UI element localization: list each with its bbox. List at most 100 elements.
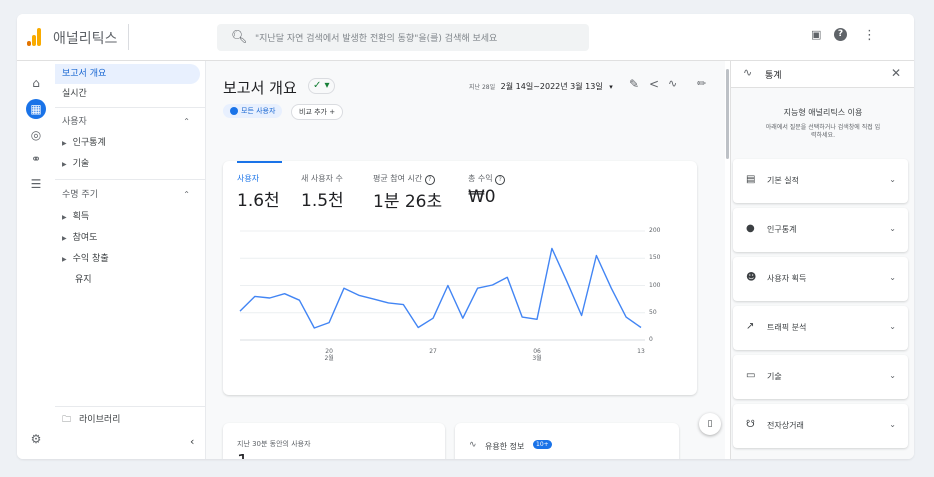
advertising-icon[interactable]: ⚭ bbox=[26, 149, 46, 169]
nav-divider bbox=[55, 107, 205, 108]
scrollbar-thumb[interactable] bbox=[726, 69, 729, 159]
insight-item-demographics[interactable]: ● 인구통계 ⌄ bbox=[733, 208, 908, 252]
collapse-nav-icon[interactable]: ‹ bbox=[190, 435, 194, 448]
nav-item-tech[interactable]: ▶ 기술 bbox=[55, 154, 200, 174]
edit-report-icon[interactable]: ✎ bbox=[629, 77, 639, 91]
share-icon[interactable]: < bbox=[649, 77, 659, 91]
nav-item-acquisition-label: 획득 bbox=[72, 212, 90, 222]
nav-item-demographics[interactable]: ▶ 인구통계 bbox=[55, 133, 200, 153]
home-icon[interactable]: ⌂ bbox=[26, 73, 46, 93]
x-tick-month: 2월 bbox=[324, 355, 334, 362]
help-icon[interactable]: ? bbox=[834, 28, 847, 41]
insights-header: ∿ 통계 ✕ bbox=[731, 61, 914, 88]
dropdown-arrow-icon: ▾ bbox=[609, 83, 613, 91]
insights-title: 통계 bbox=[765, 71, 782, 81]
devices-icon: ▭ bbox=[746, 370, 756, 381]
segment-circle-icon bbox=[230, 107, 238, 115]
chevron-down-icon: ⌄ bbox=[889, 224, 896, 233]
nav-item-demographics-label: 인구통계 bbox=[72, 138, 106, 148]
users-series-line[interactable] bbox=[239, 247, 642, 329]
nav-item-engagement[interactable]: ▶ 참여도 bbox=[55, 228, 200, 248]
insights-sparkle-icon: ∿ bbox=[469, 440, 477, 450]
x-tick-day: 20 bbox=[325, 348, 333, 355]
x-tick-month: 3월 bbox=[532, 355, 542, 362]
nav-section-lifecycle[interactable]: 수명 주기 ⌃ bbox=[55, 185, 200, 205]
expand-arrow-icon: ▶ bbox=[62, 214, 67, 221]
apps-grid-icon[interactable]: ▣ bbox=[811, 28, 821, 41]
nav-item-library[interactable]: 🗀︎ 라이브러리 bbox=[55, 410, 200, 430]
insight-item-basic-performance[interactable]: ▤ 기본 실적 ⌄ bbox=[733, 159, 908, 203]
segment-chip[interactable]: 모든 사용자 bbox=[223, 104, 283, 118]
chevron-down-icon: ⌄ bbox=[889, 322, 896, 331]
insight-item-label: 기본 실적 bbox=[767, 176, 799, 185]
feedback-icon[interactable]: ▯ bbox=[699, 413, 721, 435]
nav-item-monetization[interactable]: ▶ 수익 창출 bbox=[55, 249, 200, 269]
status-check-icon[interactable]: ✓ ▾ bbox=[308, 78, 335, 94]
date-range-selector[interactable]: 지난 28일 2월 14일~2022년 3월 13일 ▾ bbox=[469, 81, 613, 92]
report-chart-icon: ▤ bbox=[746, 174, 756, 185]
insight-item-label: 트래픽 분석 bbox=[767, 323, 807, 332]
reports-icon[interactable]: ▦ bbox=[26, 99, 46, 119]
insight-item-label: 인구통계 bbox=[767, 225, 797, 234]
users-line-chart bbox=[239, 230, 645, 341]
insight-item-ecommerce[interactable]: ☋ 전자상거래 ⌄ bbox=[733, 404, 908, 448]
x-tick-day: 06 bbox=[533, 348, 541, 355]
useful-insights-card[interactable]: ∿ 유용한 정보 10+ bbox=[455, 423, 679, 459]
insights-desc-2: 력하세요. bbox=[811, 132, 835, 139]
more-vert-icon[interactable]: ⋮ bbox=[863, 28, 876, 43]
segment-chip-label: 모든 사용자 bbox=[241, 107, 276, 115]
date-range-value: 2월 14일~2022년 3월 13일 bbox=[500, 82, 603, 91]
insight-item-tech[interactable]: ▭ 기술 ⌄ bbox=[733, 355, 908, 399]
nav-item-retention[interactable]: 유지 bbox=[55, 270, 200, 290]
analytics-logo-icon[interactable] bbox=[27, 28, 41, 46]
nav-divider bbox=[55, 179, 205, 180]
compare-add-button[interactable]: 비교 추가 + bbox=[291, 104, 344, 120]
search-icon: 🔍︎ bbox=[231, 30, 248, 45]
y-tick-label: 200 bbox=[649, 227, 661, 234]
insights-panel: ∿ 통계 ✕ 지능형 애널리틱스 이용 아래에서 질문을 선택하거나 검색창에 … bbox=[730, 61, 914, 459]
x-tick-label: 20 2월 bbox=[319, 348, 339, 362]
search-placeholder: "지난달 자연 검색에서 발생한 전환의 동향"을(를) 검색해 보세요 bbox=[255, 34, 498, 44]
chevron-down-icon: ⌄ bbox=[889, 175, 896, 184]
configure-icon[interactable]: ☰ bbox=[26, 174, 46, 194]
trending-up-icon: ↗ bbox=[746, 321, 755, 332]
metrics-chart-card: 사용자 1.6천 새 사용자 수 1.5천 평균 참여 시간 ? 1분 26초 … bbox=[223, 161, 697, 395]
x-tick-label: 13 bbox=[631, 348, 651, 355]
insight-item-traffic-analysis[interactable]: ↗ 트래픽 분석 ⌄ bbox=[733, 306, 908, 350]
app-title: 애널리틱스 bbox=[53, 31, 118, 47]
nav-section-lifecycle-label: 수명 주기 bbox=[62, 190, 98, 200]
x-tick-label: 06 3월 bbox=[527, 348, 547, 362]
insight-item-label: 기술 bbox=[767, 372, 782, 381]
chevron-up-icon: ⌃ bbox=[183, 117, 190, 126]
nav-section-user[interactable]: 사용자 ⌃ bbox=[55, 112, 200, 132]
insights-sparkle-icon: ∿ bbox=[743, 66, 753, 79]
realtime-users-card[interactable]: 지난 30분 동안의 사용자 1 bbox=[223, 423, 445, 459]
nav-item-overview[interactable]: 보고서 개요 bbox=[55, 64, 200, 84]
nav-item-engagement-label: 참여도 bbox=[72, 233, 98, 243]
folder-icon: 🗀︎ bbox=[62, 415, 72, 425]
x-tick-label: 27 bbox=[423, 348, 443, 355]
main-content: 보고서 개요 ✓ ▾ 모든 사용자 비교 추가 + 지난 28일 2월 14일~… bbox=[205, 61, 725, 459]
insights-sparkle-icon[interactable]: ∿ bbox=[668, 77, 677, 90]
explore-icon[interactable]: ◎ bbox=[26, 125, 46, 145]
page-title: 보고서 개요 bbox=[223, 79, 297, 97]
nav-item-monetization-label: 수익 창출 bbox=[72, 254, 109, 264]
nav-item-realtime[interactable]: 실시간 bbox=[55, 84, 200, 104]
search-box[interactable]: 🔍︎ "지난달 자연 검색에서 발생한 전환의 동향"을(를) 검색해 보세요 bbox=[217, 24, 589, 51]
nav-item-retention-label: 유지 bbox=[75, 275, 92, 285]
insight-item-label: 전자상거래 bbox=[767, 421, 804, 430]
side-nav: 보고서 개요 실시간 사용자 ⌃ ▶ 인구통계 ▶ 기술 수명 주기 ⌃ ▶ 획득 ▶… bbox=[55, 61, 206, 459]
pencil-icon[interactable]: ✏︎ bbox=[697, 77, 706, 90]
nav-item-acquisition[interactable]: ▶ 획득 bbox=[55, 207, 200, 227]
expand-arrow-icon: ▶ bbox=[62, 140, 67, 147]
admin-gear-icon[interactable]: ⚙ bbox=[26, 429, 46, 449]
y-tick-label: 50 bbox=[649, 308, 657, 316]
left-rail: ⌂ ▦ ◎ ⚭ ☰ ⚙ bbox=[17, 61, 56, 459]
insight-item-user-acquisition[interactable]: ☻ 사용자 획득 ⌄ bbox=[733, 257, 908, 301]
y-tick-label: 0 bbox=[649, 336, 653, 343]
nav-divider bbox=[55, 406, 205, 407]
expand-arrow-icon: ▶ bbox=[62, 161, 67, 168]
realtime-card-title: 지난 30분 동안의 사용자 bbox=[237, 440, 311, 448]
close-icon[interactable]: ✕ bbox=[891, 66, 901, 80]
insights-card-title: 유용한 정보 bbox=[485, 442, 525, 451]
